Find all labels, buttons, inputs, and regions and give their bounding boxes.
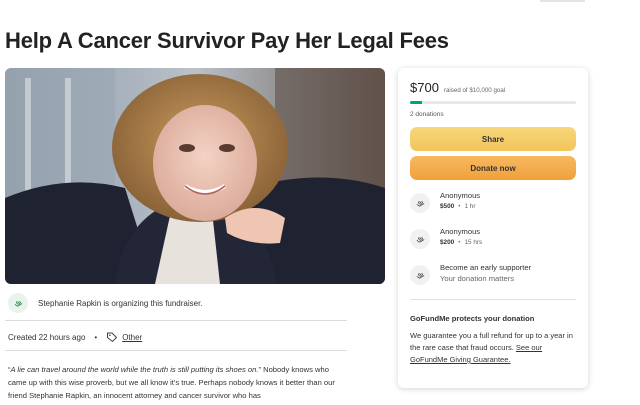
- campaign-photo[interactable]: [5, 68, 385, 284]
- donor-name: Anonymous: [440, 191, 481, 200]
- heart-hand-icon: [410, 193, 430, 213]
- progress-fill: [410, 101, 422, 104]
- heart-hand-icon: [410, 229, 430, 249]
- campaign-meta: Created 22 hours ago • Other: [8, 331, 142, 343]
- early-supporter-subtitle: Your donation matters: [440, 274, 515, 283]
- heart-hand-icon: [8, 293, 28, 313]
- donation-count: 2 donations: [410, 111, 444, 118]
- page-title: Help A Cancer Survivor Pay Her Legal Fee…: [5, 28, 449, 53]
- donor-time: 1 hr: [464, 203, 476, 210]
- donor-item: Anonymous $500 • 1 hr: [410, 190, 576, 213]
- protect-text: We guarantee you a full refund for up to…: [410, 330, 576, 366]
- divider: [5, 320, 347, 321]
- early-supporter-title: Become an early supporter: [440, 263, 532, 272]
- meta-separator: •: [94, 332, 98, 342]
- heart-hand-icon: [410, 265, 430, 285]
- progress-bar: [410, 101, 576, 104]
- donor-amount: $500: [440, 203, 455, 210]
- donor-separator: •: [458, 239, 461, 246]
- story-quote: A lie can travel around the world while …: [10, 365, 259, 374]
- card-divider: [410, 299, 576, 300]
- top-edge-line: [540, 0, 585, 2]
- raised-amount: $700: [410, 80, 439, 95]
- campaign-photo-image: [5, 68, 385, 284]
- donation-card: $700 raised of $10,000 goal 2 donations …: [398, 68, 588, 388]
- created-time: Created 22 hours ago: [8, 332, 86, 342]
- share-button[interactable]: Share: [410, 127, 576, 151]
- donor-time: 15 hrs: [464, 239, 483, 246]
- tag-icon: [106, 331, 118, 343]
- donor-item: Anonymous $200 • 15 hrs: [410, 226, 576, 249]
- raised-goal: raised of $10,000 goal: [443, 87, 506, 94]
- story-text: “A lie can travel around the world while…: [8, 365, 335, 400]
- protect-title: GoFundMe protects your donation: [410, 314, 535, 323]
- organizer-text: Stephanie Rapkin is organizing this fund…: [38, 298, 203, 308]
- donate-button[interactable]: Donate now: [410, 156, 576, 180]
- early-supporter-item[interactable]: Become an early supporter Your donation …: [410, 262, 576, 285]
- divider: [5, 350, 347, 351]
- donor-amount: $200: [440, 239, 455, 246]
- donor-name: Anonymous: [440, 227, 481, 236]
- category-link[interactable]: Other: [122, 333, 142, 342]
- protect-body: We guarantee you a full refund for up to…: [410, 331, 573, 352]
- raised-summary: $700 raised of $10,000 goal: [410, 80, 505, 95]
- donor-separator: •: [458, 203, 461, 210]
- organizer-row: Stephanie Rapkin is organizing this fund…: [8, 292, 348, 314]
